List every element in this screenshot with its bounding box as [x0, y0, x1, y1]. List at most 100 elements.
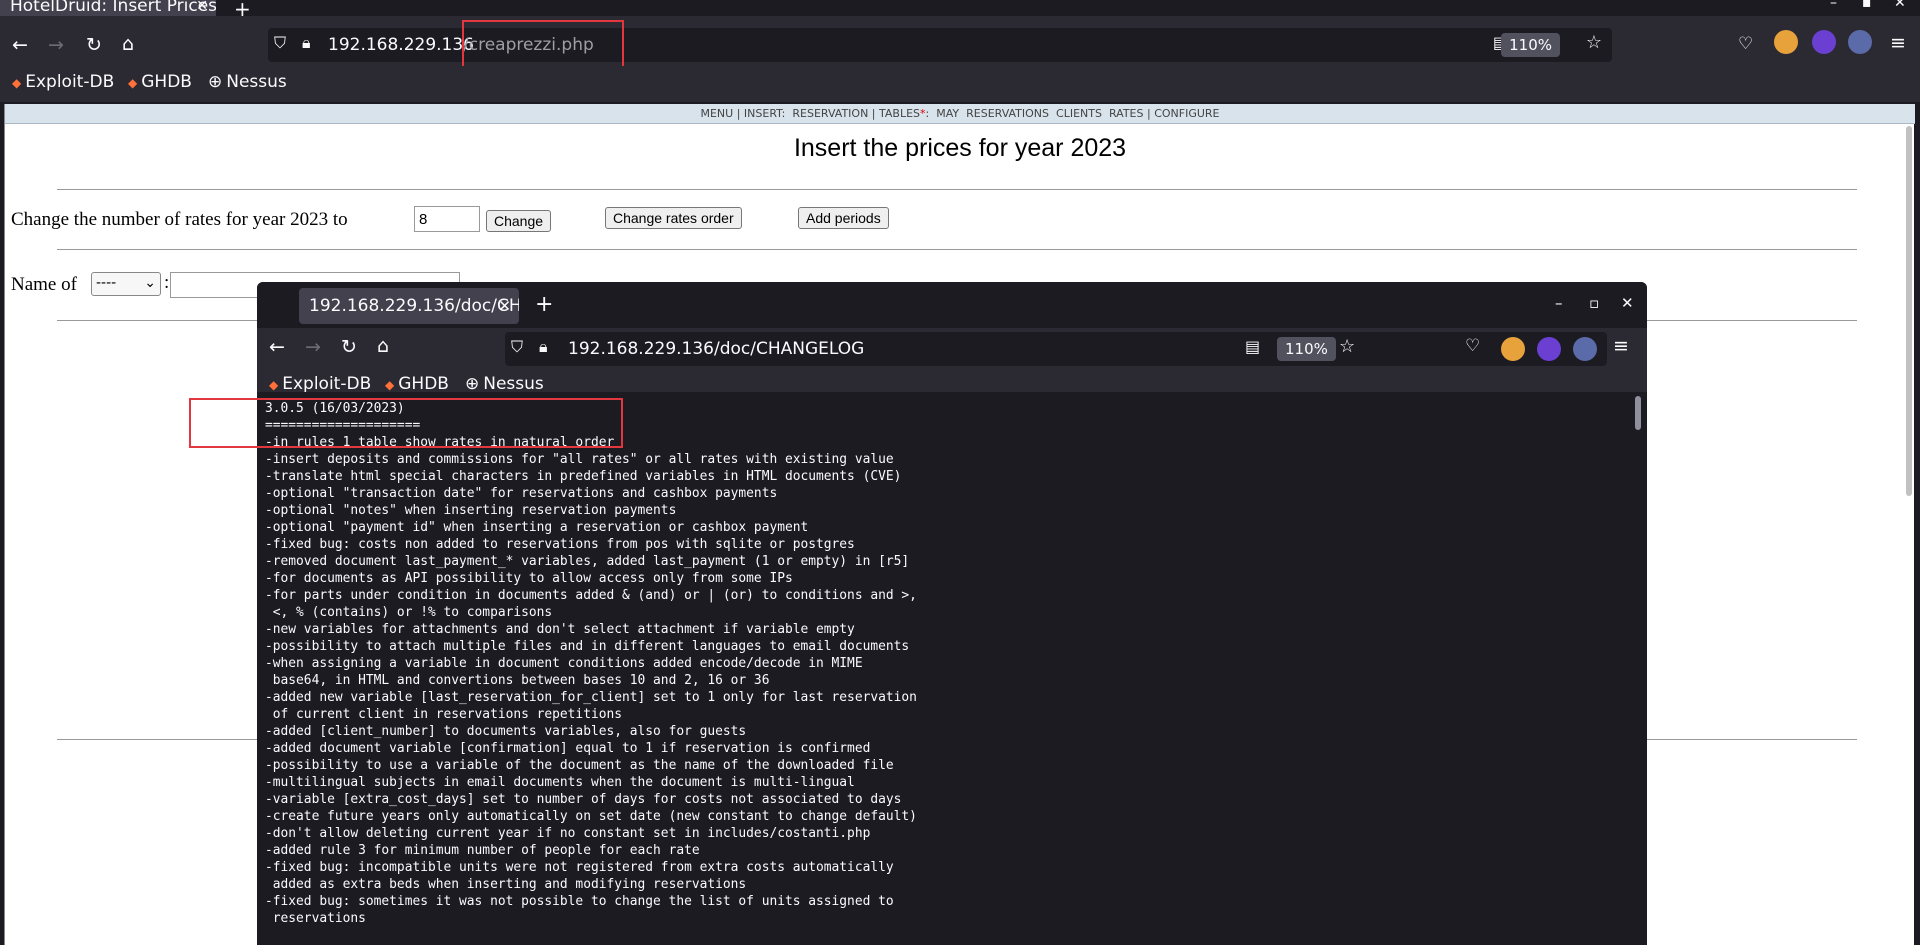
page-scrollbar-thumb[interactable] — [1906, 126, 1912, 496]
popup-url-text: 192.168.229.136/doc/CHANGELOG — [568, 339, 865, 359]
menu-label-tables: TABLES — [879, 107, 921, 120]
reload-icon[interactable]: ↻ — [341, 336, 357, 358]
menu-link-reservation[interactable]: RESERVATION — [792, 107, 868, 120]
changelog-line: -optional "notes" when inserting reserva… — [265, 503, 677, 518]
menu-icon[interactable]: ≡ — [1890, 32, 1906, 54]
changelog-line: added as extra beds when inserting and m… — [265, 877, 747, 892]
changelog-line: -insert deposits and commissions for "al… — [265, 452, 894, 467]
minimize-icon[interactable]: – — [1830, 0, 1837, 11]
back-icon[interactable]: ← — [269, 336, 285, 358]
menu-link-reservations[interactable]: RESERVATIONS — [966, 107, 1049, 120]
pocket-icon[interactable]: ♡ — [1738, 34, 1753, 54]
outer-tab-title: HotelDruid: Insert Prices — [10, 0, 216, 16]
shield-icon[interactable]: ⛉ — [274, 33, 286, 53]
close-window-icon[interactable]: ✕ — [1621, 294, 1634, 312]
outer-bookmarks-bar: ◆ Exploit-DB ◆ GHDB ⊕ Nessus — [0, 66, 1920, 102]
rate-name-select[interactable]: ---- ⌄ — [91, 272, 161, 296]
bookmark-exploit-db[interactable]: ◆ Exploit-DB — [12, 72, 114, 92]
lock-icon[interactable]: 🔒︎ — [302, 33, 311, 53]
outer-tab-active[interactable]: HotelDruid: Insert Prices ✕ — [0, 0, 216, 16]
back-icon[interactable]: ← — [12, 34, 28, 56]
reader-view-icon[interactable]: ▤ — [1245, 337, 1260, 356]
close-tab-icon[interactable]: ✕ — [498, 288, 511, 324]
close-tab-icon[interactable]: ✕ — [196, 0, 208, 13]
divider — [57, 189, 1857, 190]
shield-icon[interactable]: ⛉ — [511, 337, 523, 357]
changelog-line: <, % (contains) or !% to comparisons — [265, 605, 553, 620]
bookmark-exploit-db[interactable]: ◆ Exploit-DB — [269, 374, 371, 392]
menu-label-insert: INSERT: — [743, 107, 786, 120]
account-icon[interactable] — [1573, 337, 1597, 361]
menu-link-menu[interactable]: MENU — [700, 107, 733, 120]
changelog-line: -don't allow deleting current year if no… — [265, 826, 871, 841]
hoteldruid-menu-bar: MENU | INSERT: RESERVATION | TABLES*: MA… — [5, 104, 1915, 124]
name-colon: : — [164, 272, 170, 293]
menu-icon[interactable]: ≡ — [1613, 335, 1629, 357]
menu-link-may[interactable]: MAY — [936, 107, 959, 120]
forward-icon[interactable]: → — [48, 34, 64, 56]
changelog-line: -new variables for attachments and don't… — [265, 622, 855, 637]
changelog-line: -optional "payment id" when inserting a … — [265, 520, 809, 535]
popup-bookmarks-bar: ◆ Exploit-DB ◆ GHDB ⊕ Nessus — [257, 370, 1647, 392]
reload-icon[interactable]: ↻ — [86, 34, 102, 56]
minimize-icon[interactable]: – — [1555, 294, 1563, 312]
changelog-line: -optional "transaction date" for reserva… — [265, 486, 778, 501]
extension-icon[interactable] — [1812, 30, 1836, 54]
popup-tab-active[interactable]: 192.168.229.136/doc/CHANGELOG ✕ — [299, 288, 519, 324]
changelog-line: -when assigning a variable in document c… — [265, 656, 863, 671]
flame-icon: ◆ — [128, 76, 138, 90]
bookmark-star-icon[interactable]: ☆ — [1586, 32, 1602, 53]
change-button[interactable]: Change — [486, 210, 552, 232]
changelog-line: -possibility to use a variable of the do… — [265, 758, 894, 773]
pocket-icon[interactable]: ♡ — [1465, 336, 1480, 356]
account-icon[interactable] — [1848, 30, 1872, 54]
popup-tab-strip: 192.168.229.136/doc/CHANGELOG ✕ + – ▫ ✕ — [257, 282, 1647, 328]
zoom-indicator[interactable]: 110% — [1501, 33, 1560, 57]
extension-icon[interactable] — [1537, 337, 1561, 361]
divider — [57, 249, 1857, 250]
changelog-line: -fixed bug: costs non added to reservati… — [265, 537, 855, 552]
burp-extension-icon[interactable] — [1774, 30, 1798, 54]
change-rates-order-button[interactable]: Change rates order — [605, 207, 742, 229]
changelog-line: -added new variable [last_reservation_fo… — [265, 690, 917, 705]
changelog-line: -added rule 3 for minimum number of peop… — [265, 843, 700, 858]
changelog-line: -fixed bug: sometimes it was not possibl… — [265, 894, 894, 909]
globe-icon: ⊕ — [465, 374, 480, 392]
home-icon[interactable]: ⌂ — [122, 33, 134, 55]
changelog-line: -fixed bug: incompatible units were not … — [265, 860, 894, 875]
bookmark-nessus[interactable]: ⊕ Nessus — [208, 72, 287, 92]
lock-icon[interactable]: 🔒︎ — [539, 337, 548, 357]
rates-count-input[interactable] — [414, 206, 480, 232]
outer-tab-strip: HotelDruid: Insert Prices ✕ + – ▪ ✕ — [0, 0, 1920, 21]
close-window-icon[interactable]: ✕ — [1894, 0, 1906, 11]
bookmark-ghdb[interactable]: ◆ GHDB — [385, 374, 449, 392]
popup-navigation-bar: ← → ↻ ⌂ ⛉ 🔒︎ 192.168.229.136/doc/CHANGEL… — [257, 328, 1647, 370]
new-tab-icon[interactable]: + — [535, 292, 553, 317]
bookmark-ghdb[interactable]: ◆ GHDB — [128, 72, 192, 92]
maximize-icon[interactable]: ▪ — [1862, 0, 1872, 11]
forward-icon[interactable]: → — [305, 336, 321, 358]
home-icon[interactable]: ⌂ — [377, 335, 389, 357]
globe-icon: ⊕ — [208, 72, 223, 92]
popup-tab-title: 192.168.229.136/doc/CHANGELOG — [309, 296, 519, 316]
changelog-line: base64, in HTML and convertions between … — [265, 673, 770, 688]
maximize-icon[interactable]: ▫ — [1589, 294, 1599, 312]
bookmark-nessus[interactable]: ⊕ Nessus — [465, 374, 544, 392]
changelog-line: -added document variable [confirmation] … — [265, 741, 871, 756]
changelog-browser-window: 192.168.229.136/doc/CHANGELOG ✕ + – ▫ ✕ … — [257, 282, 1647, 945]
popup-url-bar[interactable]: ⛉ 🔒︎ 192.168.229.136/doc/CHANGELOG ▤ 110… — [505, 332, 1607, 366]
zoom-indicator[interactable]: 110% — [1277, 337, 1336, 361]
bookmark-star-icon[interactable]: ☆ — [1339, 336, 1355, 357]
changelog-line: -variable [extra_cost_days] set to numbe… — [265, 792, 902, 807]
chevron-down-icon: ⌄ — [144, 275, 156, 291]
menu-link-rates[interactable]: RATES — [1109, 107, 1144, 120]
page-scrollbar[interactable] — [1904, 124, 1914, 945]
menu-link-clients[interactable]: CLIENTS — [1056, 107, 1102, 120]
changelog-viewer: 3.0.5 (16/03/2023) ==================== … — [257, 392, 1647, 945]
changelog-text: 3.0.5 (16/03/2023) ==================== … — [265, 400, 917, 927]
burp-extension-icon[interactable] — [1501, 337, 1525, 361]
popup-scrollbar-thumb[interactable] — [1635, 396, 1641, 430]
add-periods-button[interactable]: Add periods — [798, 207, 889, 229]
change-rates-label: Change the number of rates for year 2023… — [11, 209, 348, 230]
menu-link-configure[interactable]: CONFIGURE — [1154, 107, 1219, 120]
